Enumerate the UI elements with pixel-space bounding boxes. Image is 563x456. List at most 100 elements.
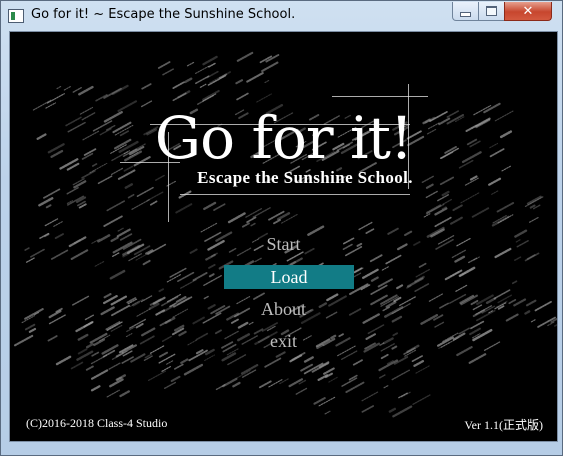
- texture-streak: [455, 284, 468, 292]
- guide-line-horizontal-bottom: [180, 194, 410, 195]
- texture-streak: [511, 280, 518, 285]
- texture-streak: [142, 259, 152, 266]
- texture-streak: [254, 257, 262, 263]
- texture-streak: [81, 170, 96, 179]
- texture-streak: [460, 192, 480, 204]
- menu-about[interactable]: About: [10, 297, 557, 321]
- texture-streak: [204, 354, 215, 361]
- texture-streak: [90, 385, 101, 392]
- texture-streak: [213, 203, 226, 211]
- texture-streak: [117, 169, 136, 180]
- texture-streak: [236, 92, 250, 101]
- texture-streak: [106, 200, 125, 212]
- texture-streak: [72, 87, 82, 93]
- texture-streak: [434, 207, 448, 216]
- texture-streak: [358, 221, 373, 231]
- texture-streak: [38, 197, 54, 207]
- texture-streak: [313, 397, 326, 405]
- texture-streak: [183, 363, 204, 376]
- texture-streak: [141, 82, 153, 90]
- texture-streak: [398, 392, 409, 399]
- menu-start[interactable]: Start: [10, 232, 557, 256]
- game-screen[interactable]: Go for it! Escape the Sunshine School. S…: [9, 31, 558, 442]
- texture-streak: [232, 381, 242, 388]
- texture-streak: [186, 61, 195, 67]
- minimize-icon: [460, 11, 471, 17]
- title-bar[interactable]: Go for it! ~ Escape the Sunshine School.…: [1, 1, 562, 31]
- guide-line-horizontal-upper: [332, 96, 428, 97]
- menu-exit[interactable]: exit: [10, 329, 557, 353]
- texture-streak: [44, 218, 59, 227]
- texture-streak: [449, 270, 460, 278]
- texture-streak: [352, 359, 363, 366]
- texture-streak: [412, 394, 431, 405]
- texture-streak: [127, 193, 135, 199]
- texture-streak: [56, 85, 62, 90]
- texture-streak: [383, 384, 389, 389]
- window-bottom-border: [1, 441, 562, 455]
- texture-streak: [328, 376, 339, 383]
- texture-streak: [324, 410, 331, 415]
- texture-streak: [172, 81, 185, 89]
- version-text: Ver 1.1(正式版): [464, 418, 543, 432]
- texture-streak: [108, 362, 122, 370]
- texture-streak: [227, 212, 246, 224]
- minimize-button[interactable]: [452, 2, 479, 21]
- texture-streak: [166, 359, 175, 365]
- texture-streak: [246, 216, 258, 223]
- menu-load[interactable]: Load: [224, 265, 354, 289]
- copyright-text: (C)2016-2018 Class-4 Studio: [26, 416, 168, 430]
- texture-streak: [162, 68, 174, 76]
- texture-streak: [261, 61, 279, 73]
- close-button[interactable]: ✕: [504, 2, 552, 21]
- texture-streak: [442, 198, 452, 205]
- texture-streak: [388, 407, 396, 413]
- texture-streak: [471, 207, 490, 218]
- texture-streak: [370, 276, 379, 282]
- texture-streak: [195, 65, 210, 74]
- texture-streak: [208, 62, 217, 68]
- texture-streak: [411, 355, 423, 363]
- texture-streak: [94, 260, 106, 267]
- texture-streak: [303, 356, 314, 363]
- texture-streak: [97, 175, 113, 185]
- texture-streak: [90, 354, 108, 365]
- texture-streak: [157, 60, 171, 69]
- texture-streak: [392, 405, 413, 418]
- texture-streak: [295, 387, 308, 395]
- texture-streak: [248, 321, 254, 325]
- texture-streak: [385, 254, 402, 265]
- texture-streak: [235, 79, 244, 85]
- texture-streak: [418, 262, 427, 268]
- maximize-button[interactable]: [478, 2, 505, 21]
- texture-streak: [199, 83, 207, 88]
- texture-streak: [514, 256, 522, 261]
- texture-streak: [106, 389, 120, 398]
- texture-streak: [470, 320, 485, 330]
- texture-streak: [275, 351, 286, 358]
- texture-streak: [318, 396, 336, 407]
- texture-streak: [177, 89, 192, 99]
- texture-streak: [180, 358, 189, 364]
- texture-streak: [491, 190, 499, 195]
- texture-streak: [175, 203, 193, 214]
- texture-streak: [103, 87, 122, 99]
- texture-streak: [55, 355, 72, 366]
- texture-streak: [396, 284, 404, 290]
- texture-streak: [208, 263, 216, 269]
- texture-streak: [109, 269, 126, 280]
- texture-streak: [434, 321, 445, 328]
- texture-streak: [66, 186, 80, 195]
- texture-streak: [362, 268, 379, 279]
- texture-streak: [25, 257, 35, 263]
- app-window: Go for it! ~ Escape the Sunshine School.…: [0, 0, 563, 456]
- texture-streak: [450, 216, 464, 225]
- texture-streak: [63, 85, 72, 91]
- texture-streak: [73, 179, 88, 189]
- maximize-icon: [486, 6, 497, 16]
- texture-streak: [124, 182, 134, 189]
- texture-streak: [70, 361, 84, 370]
- app-icon[interactable]: [8, 9, 24, 23]
- texture-streak: [361, 404, 375, 413]
- texture-streak: [468, 352, 487, 364]
